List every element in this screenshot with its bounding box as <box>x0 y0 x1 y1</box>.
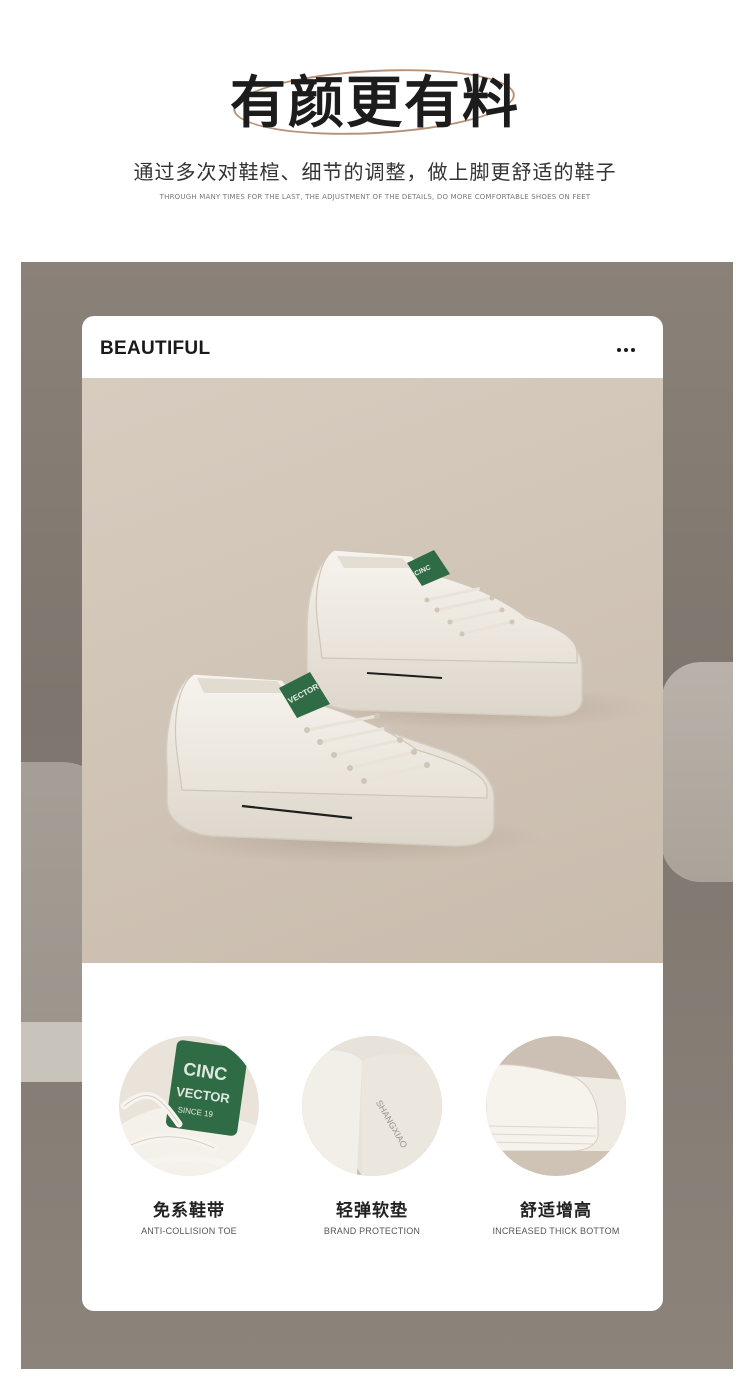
feature-name: 舒适增高 <box>520 1201 592 1221</box>
feature-item-laceless: CINC VECTOR SINCE 19 免系鞋带 ANTI-COLLISION… <box>99 1036 279 1256</box>
feature-image-laces: CINC VECTOR SINCE 19 <box>119 1036 259 1176</box>
feature-name: 轻弹软垫 <box>336 1201 408 1221</box>
sneakers-illustration: CINC VECTOR <box>162 549 652 864</box>
page-subtitle-english: THROUGH MANY TIMES FOR THE LAST, THE ADJ… <box>159 193 591 201</box>
feature-name-english: ANTI-COLLISION TOE <box>141 1226 237 1236</box>
feature-name-english: INCREASED THICK BOTTOM <box>492 1226 620 1236</box>
background-shoe-right <box>661 662 733 882</box>
page-title: 有颜更有料 <box>230 71 520 136</box>
feature-item-cushion: SHANGXIAO 轻弹软垫 BRAND PROTECTION <box>282 1036 462 1256</box>
back-sneaker: CINC <box>306 549 652 730</box>
feature-image-sole <box>486 1036 626 1176</box>
feature-name: 免系鞋带 <box>153 1201 225 1221</box>
more-options-button[interactable] <box>612 340 640 360</box>
page-subtitle: 通过多次对鞋楦、细节的调整，做上脚更舒适的鞋子 <box>133 160 617 184</box>
feature-name-english: BRAND PROTECTION <box>323 1226 421 1236</box>
feature-list: CINC VECTOR SINCE 19 免系鞋带 ANTI-COLLISION… <box>82 1036 663 1276</box>
feature-item-platform: 舒适增高 INCREASED THICK BOTTOM <box>466 1036 646 1256</box>
page-header: 有颜更有料 通过多次对鞋楦、细节的调整，做上脚更舒适的鞋子 THROUGH MA… <box>0 0 750 262</box>
title-block: 有颜更有料 <box>0 60 750 150</box>
feature-image-insole: SHANGXIAO <box>302 1036 442 1176</box>
product-image: CINC VECTOR <box>82 378 663 963</box>
more-horizontal-icon <box>617 348 621 352</box>
card-title: BEAUTIFUL <box>100 338 211 359</box>
product-card: BEAUTIFUL CINC VECTOR CINC VECTOR SINCE … <box>82 316 663 1311</box>
card-header: BEAUTIFUL <box>82 316 663 378</box>
